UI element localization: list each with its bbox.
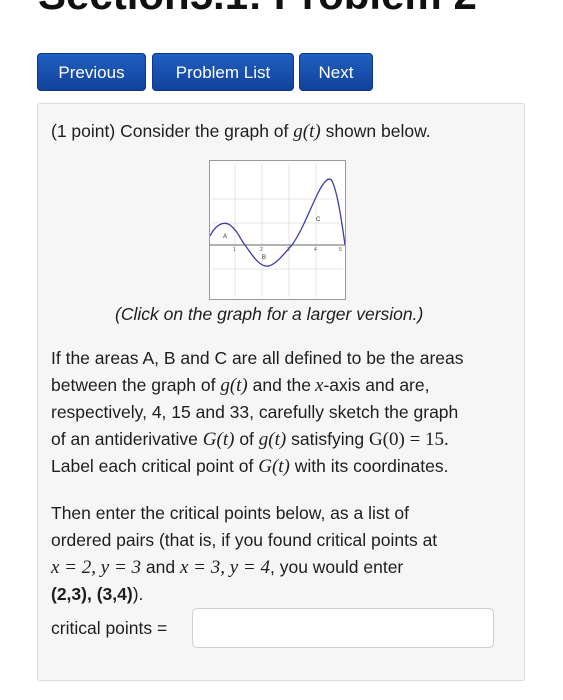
- math-g: g(t): [258, 429, 287, 450]
- instruction-line: ordered pairs (that is, if you found cri…: [51, 530, 438, 550]
- x-tick-label: 2: [260, 247, 263, 253]
- instruction-line: If the areas A, B and C are all defined …: [51, 348, 464, 368]
- next-button[interactable]: Next: [299, 53, 373, 91]
- instruction-line: between the graph of g(t) and the x-axis …: [51, 372, 429, 399]
- math-G: G(t): [202, 429, 235, 450]
- math-example-2: x = 3, y = 4: [179, 557, 270, 578]
- problem-body: (1 point) Consider the graph of g(t) sho…: [37, 103, 525, 681]
- x-tick-label: 5: [339, 247, 342, 253]
- graph-svg: A B C 1 2 3 4 5: [209, 163, 346, 297]
- text-run: between the graph of: [51, 375, 216, 395]
- instruction-line: of an antiderivative G(t) of g(t) satisf…: [51, 426, 449, 453]
- math-example-1: x = 2, y = 3: [51, 557, 142, 578]
- page-title: Section5.1: Problem 2: [38, 0, 477, 20]
- previous-button[interactable]: Previous: [37, 53, 146, 91]
- instruction-line: Label each critical point of G(t) with i…: [51, 453, 448, 480]
- text-run: -axis and are,: [323, 375, 430, 395]
- region-label-a: A: [223, 234, 227, 240]
- answer-label: critical points =: [51, 618, 168, 638]
- region-label-b: B: [262, 255, 266, 261]
- text-run: and: [145, 557, 176, 577]
- math-initial-condition: G(0) = 15.: [368, 429, 449, 450]
- text-run: with its coordinates.: [294, 456, 449, 476]
- problem-intro: (1 point) Consider the graph of g(t) sho…: [51, 118, 431, 145]
- instruction-line: Then enter the critical points below, as…: [51, 503, 409, 523]
- example-answer: (2,3), (3,4): [51, 584, 133, 604]
- instruction-line: (2,3), (3,4)).: [51, 581, 143, 608]
- x-tick-label: 3: [287, 247, 290, 253]
- intro-text: Consider the graph of: [120, 121, 289, 141]
- region-label-c: C: [316, 217, 321, 223]
- text-run: and the: [252, 375, 312, 395]
- instruction-line: x = 2, y = 3 and x = 3, y = 4, you would…: [51, 554, 403, 581]
- intro-function: g(t): [293, 121, 321, 142]
- text-run: Label each critical point of: [51, 456, 254, 476]
- math-G: G(t): [258, 456, 290, 477]
- problem-list-button[interactable]: Problem List: [152, 53, 294, 91]
- math-g: g(t): [220, 375, 248, 396]
- text-run: of an antiderivative: [51, 429, 198, 449]
- x-tick-label: 1: [233, 247, 236, 253]
- graph-caption: (Click on the graph for a larger version…: [115, 304, 424, 324]
- critical-points-input[interactable]: [192, 608, 494, 648]
- points-label: (1 point): [51, 121, 116, 141]
- text-run: , you would enter: [269, 557, 404, 577]
- x-tick-label: 4: [314, 247, 317, 253]
- instruction-line: respectively, 4, 15 and 33, carefully sk…: [51, 402, 459, 422]
- text-run: satisfying: [291, 429, 365, 449]
- graph-thumbnail[interactable]: A B C 1 2 3 4 5: [209, 160, 346, 300]
- intro-end: shown below.: [325, 121, 431, 141]
- text-run: ).: [132, 584, 144, 604]
- text-run: of: [239, 429, 254, 449]
